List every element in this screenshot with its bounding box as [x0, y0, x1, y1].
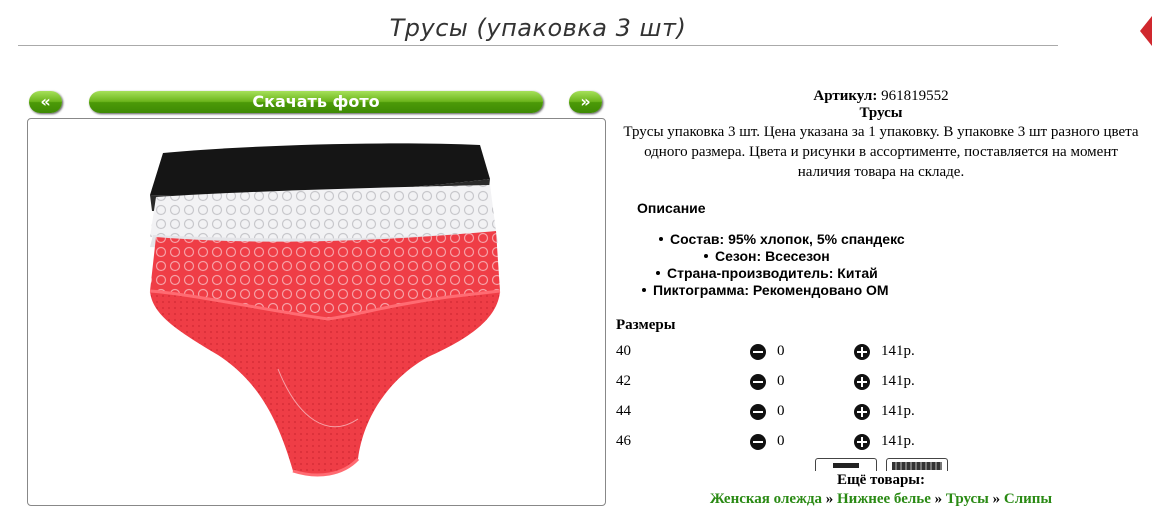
- download-photo-button[interactable]: Скачать фото: [89, 91, 543, 113]
- product-image: [149, 143, 501, 477]
- bullet-icon: [659, 237, 663, 242]
- spec-item: Состав: 95% хлопок, 5% спандекс: [620, 231, 1150, 248]
- price-value: 141р.: [881, 373, 915, 389]
- thumbnail-image: [892, 462, 942, 470]
- breadcrumb-link-womens-clothing[interactable]: Женская олежда: [710, 491, 822, 507]
- plus-icon[interactable]: [854, 374, 870, 390]
- size-label: 46: [616, 433, 631, 449]
- price-value: 141р.: [881, 343, 915, 359]
- price-value: 141р.: [881, 403, 915, 419]
- product-photo[interactable]: [27, 118, 606, 506]
- next-photo-button[interactable]: »: [569, 91, 602, 113]
- breadcrumb-separator: »: [934, 491, 943, 507]
- breadcrumb-link-underwear[interactable]: Нижнее белье: [837, 491, 931, 507]
- sizes-heading: Размеры: [616, 317, 676, 333]
- breadcrumb-link-briefs[interactable]: Слипы: [1004, 491, 1052, 507]
- page-title: Трусы (упаковка 3 шт): [389, 14, 687, 42]
- related-product-thumbnail[interactable]: [886, 458, 948, 471]
- title-divider: [18, 45, 1058, 46]
- size-row: 40 0 141р.: [616, 343, 936, 363]
- plus-icon[interactable]: [854, 404, 870, 420]
- red-diamond-icon: [1140, 16, 1152, 46]
- related-product-thumbnail[interactable]: [815, 458, 877, 471]
- size-label: 44: [616, 403, 631, 419]
- minus-icon[interactable]: [750, 374, 766, 390]
- minus-icon[interactable]: [750, 434, 766, 450]
- breadcrumb-separator: »: [992, 491, 1001, 507]
- minus-icon[interactable]: [750, 404, 766, 420]
- size-label: 42: [616, 373, 631, 389]
- plus-icon[interactable]: [854, 344, 870, 360]
- minus-icon[interactable]: [750, 344, 766, 360]
- size-label: 40: [616, 343, 631, 359]
- plus-icon[interactable]: [854, 434, 870, 450]
- more-products-label: Ещё товары:: [836, 472, 926, 488]
- product-name: Трусы: [859, 105, 903, 121]
- price-value: 141р.: [881, 433, 915, 449]
- size-row: 44 0 141р.: [616, 403, 936, 423]
- size-row: 46 0 141р.: [616, 433, 936, 453]
- spec-item: Сезон: Всесезон: [620, 248, 1150, 265]
- quantity-value: 0: [777, 373, 785, 389]
- quantity-value: 0: [777, 403, 785, 419]
- product-description: Трусы упаковка 3 шт. Цена указана за 1 у…: [623, 124, 1139, 180]
- quantity-value: 0: [777, 343, 785, 359]
- specs-heading: Описание: [637, 200, 706, 216]
- article-label: Артикул:: [813, 88, 878, 104]
- bullet-icon: [642, 288, 646, 293]
- quantity-value: 0: [777, 433, 785, 449]
- specs-list: Состав: 95% хлопок, 5% спандекс Сезон: В…: [620, 231, 1150, 299]
- bullet-icon: [656, 271, 660, 276]
- bullet-icon: [704, 254, 708, 259]
- product-info: Артикул: 961819552 Трусы Трусы упаковка …: [616, 86, 1146, 182]
- thumbnail-image: [833, 463, 859, 468]
- spec-item: Пиктограмма: Рекомендовано ОМ: [620, 282, 1150, 299]
- size-row: 42 0 141р.: [616, 373, 936, 393]
- breadcrumb: Женская олежда » Нижнее белье » Трусы » …: [616, 491, 1146, 508]
- breadcrumb-separator: »: [825, 491, 834, 507]
- prev-photo-button[interactable]: «: [29, 91, 62, 113]
- spec-item: Страна-производитель: Китай: [620, 265, 1150, 282]
- breadcrumb-link-panties[interactable]: Трусы: [946, 491, 989, 507]
- article-line: Артикул: 961819552: [616, 88, 1146, 105]
- article-number: 961819552: [881, 88, 949, 104]
